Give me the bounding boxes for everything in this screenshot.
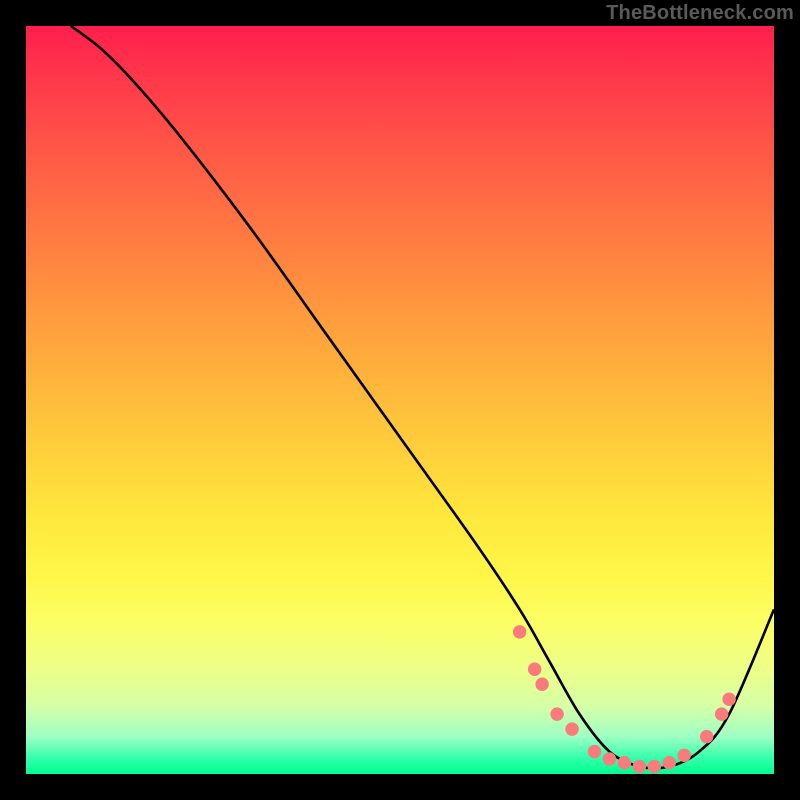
bottleneck-curve	[71, 26, 774, 768]
watermark-text: TheBottleneck.com	[606, 2, 794, 25]
highlight-dot	[700, 730, 713, 743]
highlight-dot	[715, 707, 728, 720]
highlight-dot	[648, 760, 661, 773]
highlight-dot	[722, 692, 735, 705]
highlight-dot	[528, 663, 541, 676]
highlight-dot	[565, 722, 578, 735]
highlight-dot	[633, 760, 646, 773]
highlight-dot	[550, 707, 563, 720]
highlight-dot	[535, 678, 548, 691]
plot-area	[26, 26, 774, 774]
highlight-dot	[618, 756, 631, 769]
highlight-dot	[603, 752, 616, 765]
highlight-dot	[513, 625, 526, 638]
chart-frame: TheBottleneck.com	[0, 0, 800, 800]
highlight-dot	[588, 745, 601, 758]
highlight-dot	[663, 756, 676, 769]
chart-svg	[26, 26, 774, 774]
highlight-dot	[678, 749, 691, 762]
highlight-dots-group	[513, 625, 736, 773]
